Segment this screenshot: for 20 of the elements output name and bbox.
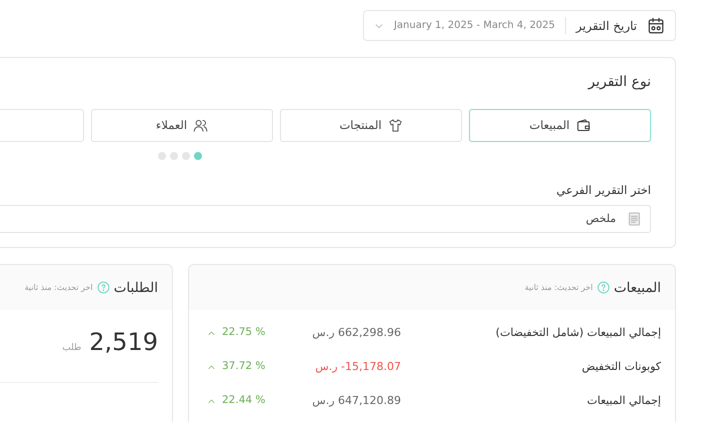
change-percent: 37.72 % — [222, 359, 266, 374]
metric-label: إجمالي المبيعات (شامل التخفيضات) — [494, 325, 661, 341]
report-type-tab[interactable]: المبيعات — [469, 109, 651, 142]
metric-label: إجمالي المبيعات — [586, 393, 661, 409]
date-label: تاريخ التقرير — [576, 18, 637, 34]
report-type-tab[interactable]: المنتجات — [280, 109, 462, 142]
card-title: المبيعات — [614, 278, 661, 298]
unit-label: طلب — [62, 342, 82, 355]
last-updated-text: اخر تحديث: منذ ثانية — [24, 282, 93, 294]
card-title: الطلبات — [114, 278, 158, 298]
section-title: نوع التقرير — [586, 73, 651, 92]
date-range-text: January 1, 2025 - March 4, 2025 — [394, 19, 556, 33]
change-percent: 22.44 % — [222, 393, 266, 408]
report-type-tab[interactable]: العملاء — [91, 109, 273, 142]
change-percent: 22.75 % — [222, 325, 266, 340]
last-updated-text: اخر تحديث: منذ ثانية — [524, 282, 593, 294]
metric-label: كوبونات التخفيض — [580, 359, 661, 375]
order-count: 2,519 — [89, 327, 158, 358]
field-label: اختر التقرير الفرعي — [555, 182, 651, 199]
subreport-select[interactable]: ملخص — [0, 205, 651, 234]
